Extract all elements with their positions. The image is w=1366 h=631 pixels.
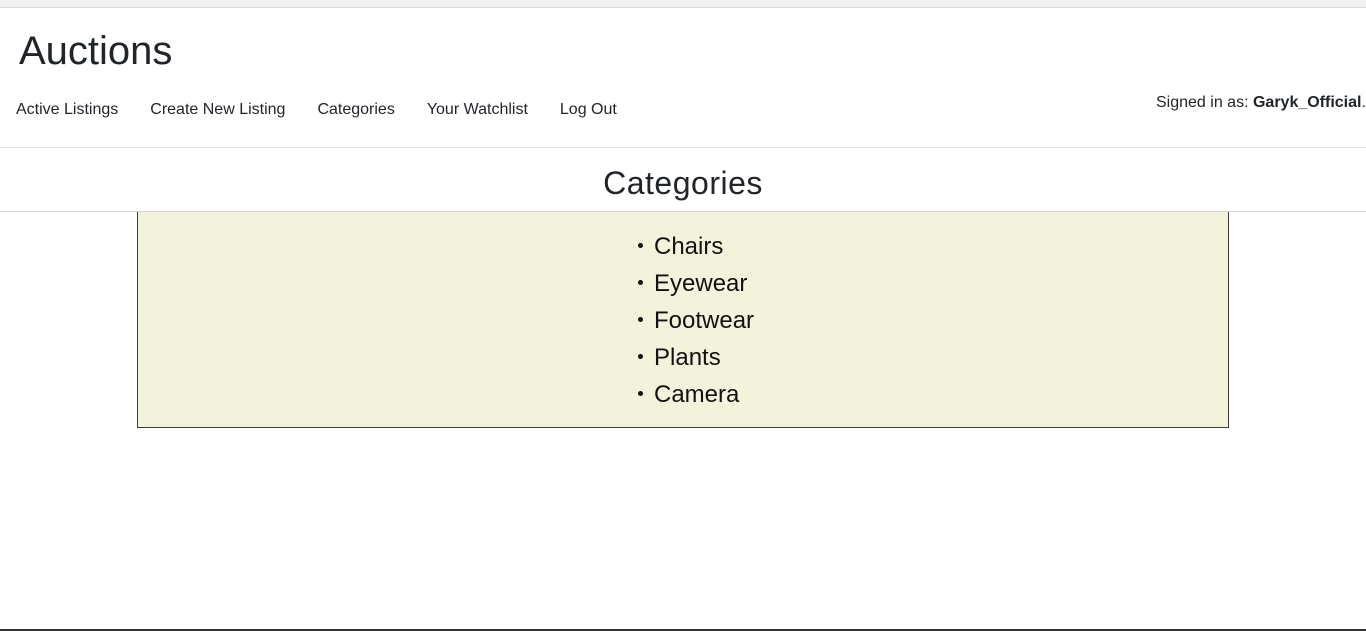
nav-link-active-listings[interactable]: Active Listings [0, 98, 134, 122]
bullet-icon [638, 317, 643, 322]
nav-link-your-watchlist[interactable]: Your Watchlist [411, 98, 544, 122]
nav-link-categories[interactable]: Categories [301, 98, 410, 122]
signed-in-suffix: . [1361, 94, 1366, 111]
categories-panel: Chairs Eyewear Footwear Plants Camera [137, 212, 1229, 428]
bullet-icon [638, 391, 643, 396]
site-title: Auctions [19, 29, 173, 73]
nav-item-watchlist: Your Watchlist [411, 98, 544, 122]
category-link-camera[interactable]: Camera [654, 381, 739, 408]
nav-link-create-new-listing[interactable]: Create New Listing [134, 98, 301, 122]
category-item-footwear: Footwear [638, 302, 754, 339]
bullet-icon [638, 354, 643, 359]
category-item-eyewear: Eyewear [638, 265, 754, 302]
signed-in-status: Signed in as: Garyk_Official. [1156, 92, 1366, 114]
nav-link-log-out[interactable]: Log Out [544, 98, 633, 122]
nav-item-log-out: Log Out [544, 98, 633, 122]
category-item-camera: Camera [638, 376, 754, 413]
nav-item-categories: Categories [301, 98, 410, 122]
category-link-chairs[interactable]: Chairs [654, 233, 723, 260]
nav-item-active-listings: Active Listings [0, 98, 134, 122]
bullet-icon [638, 243, 643, 248]
page-title: Categories [603, 165, 763, 201]
category-link-eyewear[interactable]: Eyewear [654, 270, 747, 297]
category-link-plants[interactable]: Plants [654, 344, 721, 371]
signed-in-username: Garyk_Official [1252, 94, 1362, 111]
browser-top-strip [0, 0, 1366, 8]
category-item-chairs: Chairs [638, 228, 754, 265]
header-divider [0, 147, 1366, 148]
category-item-plants: Plants [638, 339, 754, 376]
signed-in-prefix: Signed in as: [1156, 94, 1249, 111]
category-link-footwear[interactable]: Footwear [654, 307, 754, 334]
main-nav: Active Listings Create New Listing Categ… [0, 98, 633, 122]
bullet-icon [638, 280, 643, 285]
nav-item-create-listing: Create New Listing [134, 98, 301, 122]
category-list: Chairs Eyewear Footwear Plants Camera [638, 228, 754, 413]
